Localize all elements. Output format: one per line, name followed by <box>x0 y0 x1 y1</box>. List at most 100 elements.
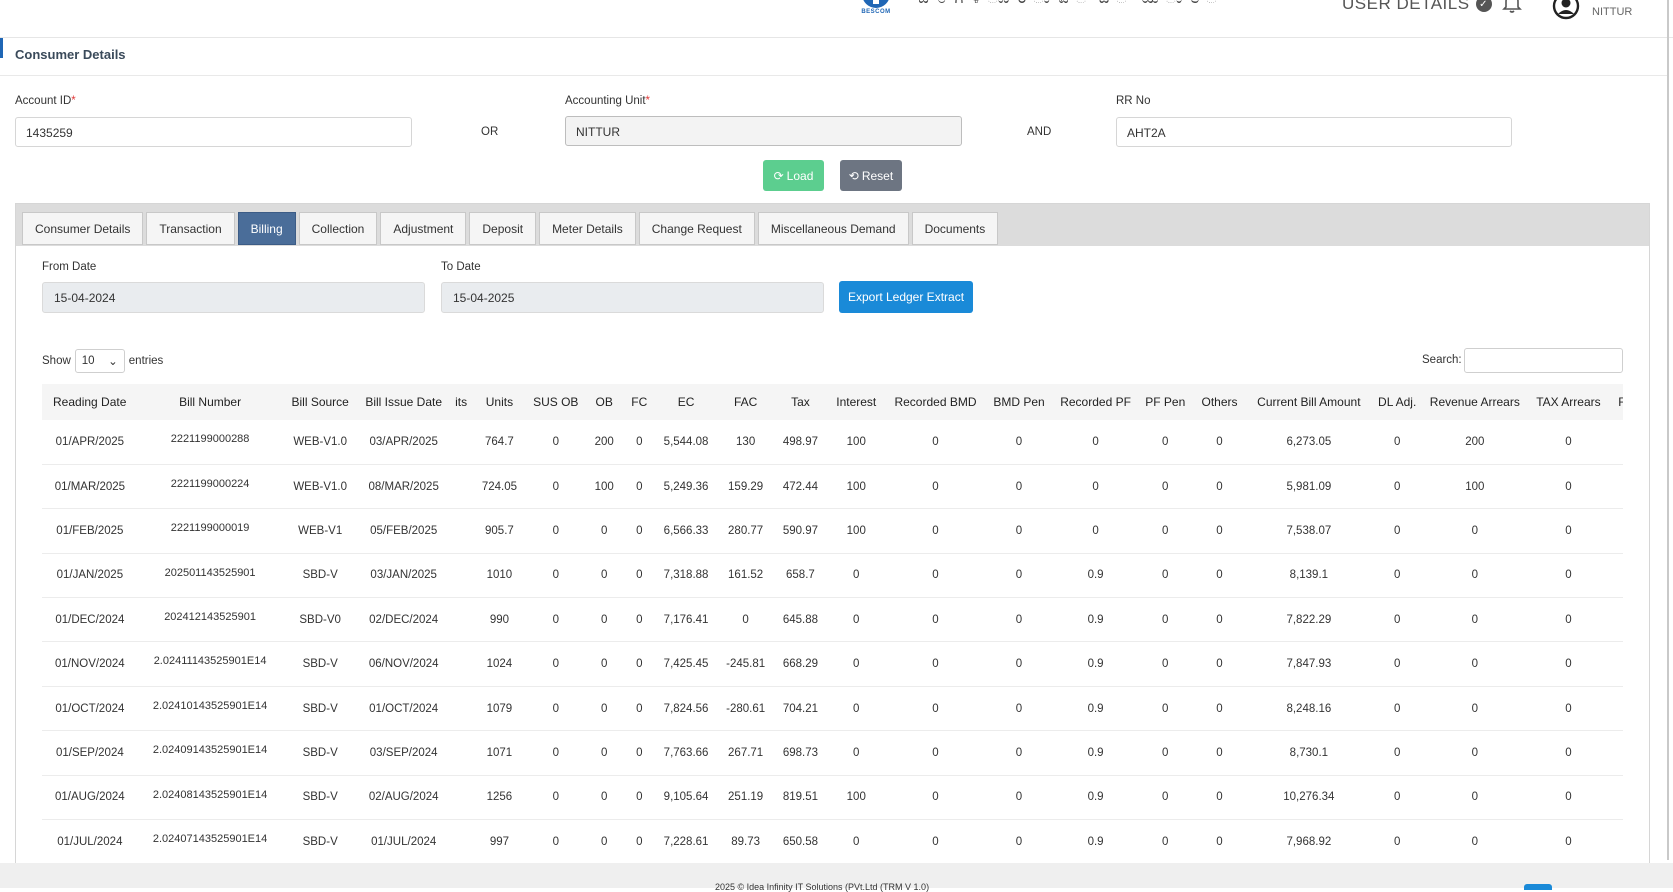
table-cell: 0 <box>1137 819 1193 864</box>
table-cell: 8,139.1 <box>1246 553 1372 599</box>
column-header[interactable]: Interest <box>825 384 887 420</box>
table-row[interactable]: 01/MAR/2025 2221199000224 WEB-V1.0 08/MAR/2… <box>42 464 1623 510</box>
table-row[interactable]: 01/JAN/2025 202501143525901 SBD-V 03/JAN/20… <box>42 553 1623 599</box>
table-row[interactable]: 01/OCT/2024 2.02410143525901E14 SBD-V 01/OC… <box>42 686 1623 732</box>
user-details-menu[interactable]: USER DETAILS ✓ <box>1342 0 1492 14</box>
to-date-field[interactable]: 15-04-2025 <box>441 282 824 313</box>
app-title: ಬ ೦ ಗ ಳ ೂ ರ ು ವ ಿ ದ ್ ಯ ು ತ ್ <box>918 0 1225 8</box>
table-row[interactable]: 01/FEB/2025 2221199000019 WEB-V1 05/FEB/202… <box>42 508 1623 554</box>
table-cell: 0 <box>984 597 1054 643</box>
table-cell: 02/AUG/2024 <box>357 775 450 821</box>
accounting-unit-label: Accounting Unit* <box>565 95 651 107</box>
column-header[interactable]: Bill Source <box>282 384 358 420</box>
column-header[interactable]: DL Adj. <box>1371 384 1423 420</box>
table-row[interactable]: 01/APR/2025 2221199000288 WEB-V1.0 03/APR/2… <box>42 420 1623 465</box>
table-cell <box>449 464 473 510</box>
table-cell <box>1609 686 1623 732</box>
tab-meter-details[interactable]: Meter Details <box>539 212 636 245</box>
column-header[interactable]: Re <box>1609 384 1623 420</box>
column-header[interactable]: Reading Date <box>42 384 138 420</box>
table-cell: 0 <box>1526 641 1610 687</box>
tab-miscellaneous-demand[interactable]: Miscellaneous Demand <box>757 212 909 245</box>
search-input[interactable] <box>1464 348 1623 373</box>
table-cell: 0 <box>984 420 1054 465</box>
column-header[interactable]: Tax <box>774 384 826 420</box>
table-row[interactable]: 01/NOV/2024 2.02411143525901E14 SBD-V 06/NO… <box>42 641 1623 687</box>
rr-no-field[interactable]: AHT2A <box>1116 117 1512 147</box>
table-cell: 0 <box>984 553 1054 599</box>
table-cell: 0 <box>1371 641 1423 687</box>
column-header[interactable]: Bill Number <box>137 384 283 420</box>
tab-deposit[interactable]: Deposit <box>469 212 537 245</box>
accounting-unit-select[interactable]: NITTUR <box>565 116 962 146</box>
table-cell: 0 <box>1192 553 1247 599</box>
table-cell: 0 <box>886 641 985 687</box>
tab-documents[interactable]: Documents <box>911 212 999 245</box>
column-header[interactable]: Current Bill Amount <box>1246 384 1372 420</box>
table-cell: 0 <box>1526 730 1610 776</box>
table-cell: 0 <box>1526 597 1610 643</box>
column-header[interactable]: its <box>449 384 473 420</box>
scroll-top-button[interactable] <box>1524 884 1552 890</box>
table-cell: SBD-V <box>282 730 358 776</box>
column-header[interactable]: Revenue Arrears <box>1422 384 1527 420</box>
billing-table-wrapper[interactable]: Reading Date Bill Number Bill Source Bill I… <box>42 384 1623 864</box>
table-cell: 0 <box>1137 553 1193 599</box>
avatar-icon[interactable] <box>1552 0 1580 20</box>
table-cell: 0 <box>825 641 887 687</box>
table-row[interactable]: 01/SEP/2024 2.02409143525901E14 SBD-V 03/SE… <box>42 730 1623 776</box>
tab-change-request[interactable]: Change Request <box>638 212 755 245</box>
table-cell: 0 <box>825 597 887 643</box>
column-header[interactable]: FC <box>622 384 656 420</box>
table-cell: 0 <box>825 730 887 776</box>
table-cell: 03/SEP/2024 <box>357 730 450 776</box>
from-date-field[interactable]: 15-04-2024 <box>42 282 425 313</box>
column-header[interactable]: EC <box>655 384 717 420</box>
column-header[interactable]: Units <box>472 384 526 420</box>
entries-select[interactable]: 10 ⌄ <box>74 349 125 373</box>
column-header[interactable]: Others <box>1192 384 1247 420</box>
page-scrollbar[interactable] <box>1667 0 1669 860</box>
table-row[interactable]: 01/DEC/2024 202412143525901 SBD-V0 02/DEC/2… <box>42 597 1623 643</box>
column-header[interactable]: TAX Arrears <box>1526 384 1610 420</box>
user-name: NITTUR <box>1592 6 1633 18</box>
table-cell: 0 <box>984 686 1054 732</box>
table-cell: 0.9 <box>1053 730 1138 776</box>
tab-consumer-details[interactable]: Consumer Details <box>22 212 144 245</box>
table-cell: 819.51 <box>774 775 826 821</box>
export-ledger-button[interactable]: Export Ledger Extract <box>839 281 973 313</box>
table-row[interactable]: 01/AUG/2024 2.02408143525901E14 SBD-V 02/AU… <box>42 775 1623 821</box>
table-cell: 0.9 <box>1053 819 1138 864</box>
column-header[interactable]: OB <box>585 384 623 420</box>
load-button[interactable]: ⟳ Load <box>763 160 824 191</box>
reset-button[interactable]: ⟲ Reset <box>840 160 902 191</box>
table-cell: SBD-V <box>282 641 358 687</box>
tab-collection[interactable]: Collection <box>298 212 378 245</box>
tab-adjustment[interactable]: Adjustment <box>380 212 467 245</box>
table-cell: 0 <box>1192 597 1247 643</box>
bell-icon[interactable] <box>1502 0 1522 14</box>
table-cell: 202412143525901 <box>137 597 283 643</box>
table-row[interactable]: 01/JUL/2024 2.02407143525901E14 SBD-V 01/JU… <box>42 819 1623 864</box>
column-header[interactable]: Recorded PF <box>1053 384 1138 420</box>
column-header[interactable]: BMD Pen <box>984 384 1054 420</box>
column-header[interactable]: SUS OB <box>526 384 586 420</box>
table-cell: 100 <box>1422 464 1527 510</box>
table-cell: 0 <box>1053 508 1138 554</box>
tab-billing[interactable]: Billing <box>237 212 296 245</box>
tab-transaction[interactable]: Transaction <box>146 212 235 245</box>
column-header[interactable]: PF Pen <box>1137 384 1193 420</box>
table-cell: 01/MAR/2025 <box>42 464 138 510</box>
column-header[interactable]: FAC <box>716 384 775 420</box>
table-cell: 0 <box>526 819 586 864</box>
table-cell: 1010 <box>472 553 526 599</box>
table-cell: 0 <box>984 508 1054 554</box>
to-date-label: To Date <box>441 261 481 273</box>
column-header[interactable]: Recorded BMD <box>886 384 985 420</box>
column-header[interactable]: Bill Issue Date <box>357 384 450 420</box>
account-id-field[interactable]: 1435259 <box>15 117 412 147</box>
table-cell: 0 <box>1371 464 1423 510</box>
table-cell: 0 <box>1137 464 1193 510</box>
table-cell: 0 <box>825 819 887 864</box>
table-cell: 0 <box>1137 597 1193 643</box>
